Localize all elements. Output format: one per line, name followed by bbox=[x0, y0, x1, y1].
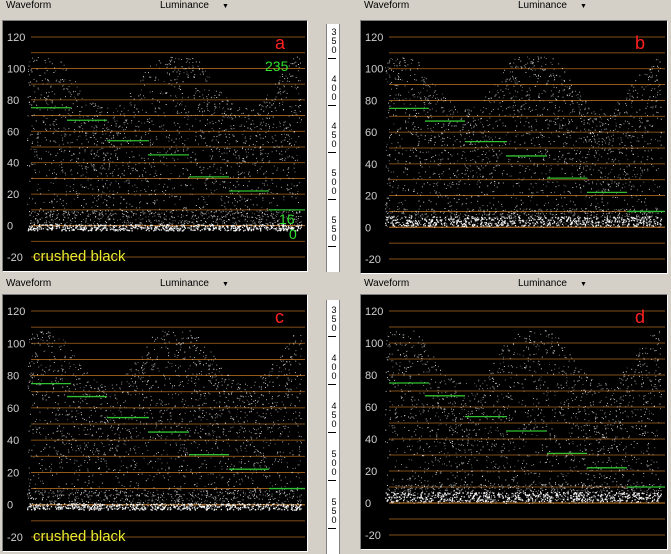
dropdown-arrow-icon[interactable]: ▼ bbox=[222, 278, 229, 291]
y-tick-label: 0 bbox=[7, 500, 13, 512]
panel-header: Waveform Luminance ▼ bbox=[358, 0, 671, 14]
ruler-label: 350 bbox=[331, 305, 337, 333]
luminance-dropdown[interactable]: Luminance bbox=[518, 278, 567, 290]
waveform-trace bbox=[27, 56, 303, 232]
panel-title: Waveform bbox=[6, 0, 52, 11]
y-tick-label: 0 bbox=[365, 222, 371, 234]
y-tick-label: 100 bbox=[365, 64, 383, 76]
y-tick-label: -20 bbox=[365, 254, 381, 266]
y-tick-label: 20 bbox=[365, 191, 377, 203]
ruler-label: 550 bbox=[331, 215, 337, 243]
waveform-trace bbox=[385, 330, 662, 504]
waveform-scope: 120 100 80 60 40 20 0 -20 d bbox=[360, 294, 668, 550]
ruler-label: 400 bbox=[331, 353, 337, 381]
ruler-tick bbox=[328, 384, 336, 385]
y-tick-label: 60 bbox=[7, 126, 19, 138]
waveform-panel-a: Waveform Luminance ▼ 120 100 80 60 40 20 0 -20 a… bbox=[0, 0, 320, 276]
y-tick-label: 100 bbox=[7, 63, 25, 75]
panel-corner-label: b bbox=[635, 33, 645, 53]
waveform-panel-c: Waveform Luminance ▼ 120 100 80 60 40 20 0 -20 c… bbox=[0, 278, 320, 554]
luminance-dropdown[interactable]: Luminance bbox=[518, 0, 567, 12]
panel-header: Waveform Luminance ▼ bbox=[0, 278, 320, 292]
y-tick-label: 20 bbox=[7, 189, 19, 201]
y-tick-label: 40 bbox=[365, 159, 377, 171]
panel-corner-label: d bbox=[635, 307, 645, 327]
panel-title: Waveform bbox=[364, 278, 410, 289]
y-tick-label: 0 bbox=[365, 498, 371, 510]
y-tick-label: 120 bbox=[365, 32, 383, 44]
ruler-tick bbox=[328, 432, 336, 433]
ruler-top: 350 400 450 500 550 bbox=[326, 24, 340, 272]
y-tick-label: 60 bbox=[365, 402, 377, 414]
ruler-label: 500 bbox=[331, 168, 337, 196]
waveform-trace bbox=[385, 56, 663, 229]
ruler-label: 450 bbox=[331, 121, 337, 149]
y-tick-label: -20 bbox=[7, 252, 23, 264]
y-tick-label: 20 bbox=[365, 466, 377, 478]
ruler-tick bbox=[328, 336, 336, 337]
y-tick-label: 100 bbox=[365, 338, 383, 350]
ruler-label: 450 bbox=[331, 401, 337, 429]
panel-header: Waveform Luminance ▼ bbox=[0, 0, 320, 14]
waveform-scope: 120 100 80 60 40 20 0 -20 b bbox=[360, 20, 668, 274]
y-tick-label: 20 bbox=[7, 467, 19, 479]
waveform-plot: 120 100 80 60 40 20 0 -20 d bbox=[365, 306, 665, 542]
y-tick-label: 60 bbox=[365, 127, 377, 139]
waveform-plot: 120 100 80 60 40 20 0 -20 b bbox=[365, 32, 665, 266]
panel-corner-label: a bbox=[275, 33, 286, 53]
y-tick-label: 80 bbox=[365, 95, 377, 107]
level-label: 0 bbox=[289, 226, 297, 242]
ruler-label: 500 bbox=[331, 449, 337, 477]
dropdown-arrow-icon[interactable]: ▼ bbox=[222, 0, 229, 13]
waveform-plot: 120100806040200-20a235160crushed black bbox=[7, 32, 305, 265]
ruler-tick bbox=[328, 58, 336, 59]
ruler-label: 350 bbox=[331, 27, 337, 55]
overlay-annotation: crushed black bbox=[33, 528, 126, 545]
ruler-label: 400 bbox=[331, 74, 337, 102]
dropdown-arrow-icon[interactable]: ▼ bbox=[580, 0, 587, 13]
ruler-bottom: 350 400 450 500 550 bbox=[326, 300, 340, 554]
y-tick-label: 40 bbox=[7, 435, 19, 447]
panel-title: Waveform bbox=[364, 0, 410, 11]
y-tick-label: 60 bbox=[7, 403, 19, 415]
ruler-tick bbox=[328, 152, 336, 153]
y-tick-label: 80 bbox=[7, 371, 19, 383]
ruler-label: 550 bbox=[331, 497, 337, 525]
ruler-tick bbox=[328, 199, 336, 200]
waveform-panel-d: Waveform Luminance ▼ 120 100 80 60 40 20 0 -20 d bbox=[358, 278, 671, 554]
panel-title: Waveform bbox=[6, 278, 52, 289]
panel-corner-label: c bbox=[275, 307, 284, 327]
level-label: 235 bbox=[265, 58, 289, 74]
waveform-plot: 120 100 80 60 40 20 0 -20 c crushed black bbox=[7, 306, 305, 545]
y-tick-label: 80 bbox=[365, 370, 377, 382]
luminance-dropdown[interactable]: Luminance bbox=[160, 0, 209, 12]
overlay-annotation: crushed black bbox=[33, 248, 126, 265]
waveform-scope: 120 100 80 60 40 20 0 -20 c crushed black bbox=[2, 294, 308, 552]
y-tick-label: 100 bbox=[7, 338, 25, 350]
y-tick-label: 120 bbox=[7, 32, 25, 44]
dropdown-arrow-icon[interactable]: ▼ bbox=[580, 278, 587, 291]
waveform-scope: 120 100 80 60 40 20 0 -20 a 235 16 0 crushed black bbox=[2, 20, 308, 272]
ruler-tick bbox=[328, 246, 336, 247]
waveform-panel-b: Waveform Luminance ▼ 120 100 80 60 40 20 0 -20 b bbox=[358, 0, 671, 276]
y-tick-label: -20 bbox=[7, 532, 23, 544]
level-label: 16 bbox=[279, 211, 295, 227]
y-tick-label: 120 bbox=[365, 306, 383, 318]
y-tick-label: -20 bbox=[365, 530, 381, 542]
ruler-tick bbox=[328, 105, 336, 106]
y-tick-label: 0 bbox=[7, 221, 13, 233]
y-tick-label: 120 bbox=[7, 306, 25, 318]
waveform-trace bbox=[27, 330, 302, 511]
y-tick-label: 40 bbox=[365, 434, 377, 446]
luminance-dropdown[interactable]: Luminance bbox=[160, 278, 209, 290]
y-tick-label: 80 bbox=[7, 95, 19, 107]
ruler-tick bbox=[328, 528, 336, 529]
panel-header: Waveform Luminance ▼ bbox=[358, 278, 671, 292]
ruler-tick bbox=[328, 480, 336, 481]
y-tick-label: 40 bbox=[7, 158, 19, 170]
